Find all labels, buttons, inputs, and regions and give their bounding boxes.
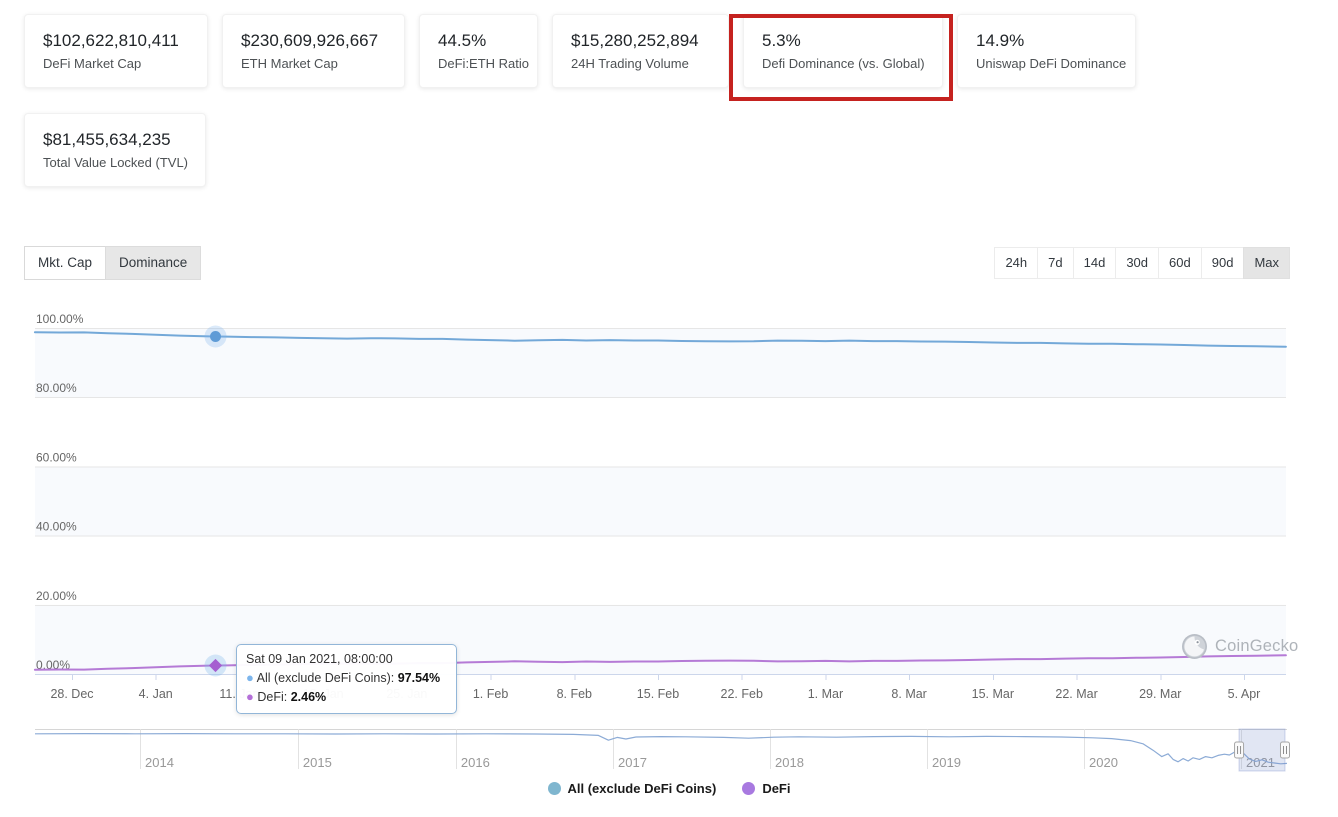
stat-value: $15,280,252,894 bbox=[571, 29, 710, 54]
x-axis-label: 22. Feb bbox=[721, 687, 763, 701]
watermark-text: CoinGecko bbox=[1215, 637, 1298, 656]
range-button-24h[interactable]: 24h bbox=[994, 247, 1038, 279]
x-axis-label: 15. Mar bbox=[972, 687, 1014, 701]
navigator-year-label: 2018 bbox=[775, 755, 804, 770]
range-button-60d[interactable]: 60d bbox=[1158, 247, 1202, 279]
y-axis-label: 100.00% bbox=[36, 312, 84, 326]
navigator-year-label: 2020 bbox=[1089, 755, 1118, 770]
tab-dominance[interactable]: Dominance bbox=[105, 246, 201, 280]
x-axis-label: 8. Mar bbox=[891, 687, 926, 701]
range-button-90d[interactable]: 90d bbox=[1201, 247, 1245, 279]
stat-label: Uniswap DeFi Dominance bbox=[976, 54, 1117, 74]
tooltip-row-all: ● All (exclude DeFi Coins): 97.54% bbox=[246, 669, 447, 688]
chart-type-tabs: Mkt. Cap Dominance bbox=[24, 246, 201, 280]
stat-label: DeFi Market Cap bbox=[43, 54, 189, 74]
navigator-year-label: 2016 bbox=[461, 755, 490, 770]
stat-value: 5.3% bbox=[762, 29, 924, 54]
series-bullet-all: ● bbox=[246, 670, 254, 685]
y-axis-label: 40.00% bbox=[36, 520, 77, 534]
navigator-year-label: 2019 bbox=[932, 755, 961, 770]
stat-cards-row: $102,622,810,411 DeFi Market Cap $230,60… bbox=[24, 14, 1136, 88]
stat-label: ETH Market Cap bbox=[241, 54, 386, 74]
navigator-year-label: 2015 bbox=[303, 755, 332, 770]
tooltip-date: Sat 09 Jan 2021, 08:00:00 bbox=[246, 651, 447, 669]
stat-card-total-value-locked: $81,455,634,235 Total Value Locked (TVL) bbox=[24, 113, 206, 187]
range-button-max[interactable]: Max bbox=[1243, 247, 1290, 279]
series-bullet-defi: ● bbox=[246, 689, 254, 704]
stat-card-eth-market-cap: $230,609,926,667 ETH Market Cap bbox=[222, 14, 405, 88]
range-button-14d[interactable]: 14d bbox=[1073, 247, 1117, 279]
navigator-year-label: 2017 bbox=[618, 755, 647, 770]
stat-card-defi-market-cap: $102,622,810,411 DeFi Market Cap bbox=[24, 14, 208, 88]
legend-label: All (exclude DeFi Coins) bbox=[568, 781, 717, 796]
x-axis-label: 29. Mar bbox=[1139, 687, 1181, 701]
legend-item-all[interactable]: All (exclude DeFi Coins) bbox=[548, 781, 717, 796]
navigator-handle-left[interactable] bbox=[1235, 742, 1244, 758]
y-axis-label: 60.00% bbox=[36, 450, 77, 464]
x-axis-label: 28. Dec bbox=[50, 687, 93, 701]
stat-value: $81,455,634,235 bbox=[43, 128, 187, 153]
stat-value: 44.5% bbox=[438, 29, 519, 54]
stat-label: Defi Dominance (vs. Global) bbox=[762, 54, 924, 74]
y-axis-label: 80.00% bbox=[36, 381, 77, 395]
stat-value: 14.9% bbox=[976, 29, 1117, 54]
coingecko-logo-icon bbox=[1181, 633, 1208, 660]
range-button-7d[interactable]: 7d bbox=[1037, 247, 1073, 279]
marker-point-all[interactable] bbox=[210, 331, 221, 342]
tooltip-series-value: 97.54% bbox=[398, 671, 440, 685]
stat-cards-row-2: $81,455,634,235 Total Value Locked (TVL) bbox=[24, 113, 206, 187]
x-axis-label: 5. Apr bbox=[1228, 687, 1261, 701]
navigator-handle-right[interactable] bbox=[1280, 742, 1289, 758]
stat-card-24h-trading-volume: $15,280,252,894 24H Trading Volume bbox=[552, 14, 729, 88]
x-axis-label: 8. Feb bbox=[557, 687, 592, 701]
stat-card-defi-dominance: 5.3% Defi Dominance (vs. Global) bbox=[743, 14, 943, 88]
stat-value: $102,622,810,411 bbox=[43, 29, 189, 54]
x-axis-label: 1. Mar bbox=[808, 687, 843, 701]
stat-value: $230,609,926,667 bbox=[241, 29, 386, 54]
navigator-selection[interactable] bbox=[1239, 729, 1285, 771]
range-button-30d[interactable]: 30d bbox=[1115, 247, 1159, 279]
tooltip-series-label: All (exclude DeFi Coins): bbox=[257, 671, 395, 685]
tab-mkt-cap[interactable]: Mkt. Cap bbox=[24, 246, 106, 280]
plot-band bbox=[35, 466, 1286, 535]
x-axis-label: 4. Jan bbox=[139, 687, 173, 701]
defi-dashboard: $102,622,810,411 DeFi Market Cap $230,60… bbox=[0, 0, 1338, 817]
tooltip-series-value: 2.46% bbox=[291, 690, 326, 704]
stat-label: Total Value Locked (TVL) bbox=[43, 153, 187, 173]
legend-dot-all bbox=[548, 782, 561, 795]
legend-label: DeFi bbox=[762, 781, 790, 796]
legend-dot-defi bbox=[742, 782, 755, 795]
x-axis-label: 22. Mar bbox=[1055, 687, 1097, 701]
x-axis-label: 1. Feb bbox=[473, 687, 508, 701]
chart-legend: All (exclude DeFi Coins) DeFi bbox=[0, 781, 1338, 796]
range-selector: 24h 7d 14d 30d 60d 90d Max bbox=[994, 247, 1290, 279]
legend-item-defi[interactable]: DeFi bbox=[742, 781, 790, 796]
coingecko-watermark: CoinGecko bbox=[1181, 633, 1298, 660]
navigator-year-label: 2014 bbox=[145, 755, 174, 770]
tooltip-row-defi: ● DeFi: 2.46% bbox=[246, 688, 447, 707]
stat-label: 24H Trading Volume bbox=[571, 54, 710, 74]
y-axis-label: 20.00% bbox=[36, 589, 77, 603]
x-axis-label: 15. Feb bbox=[637, 687, 679, 701]
chart-tooltip: Sat 09 Jan 2021, 08:00:00 ● All (exclude… bbox=[236, 644, 457, 714]
stat-card-defi-eth-ratio: 44.5% DeFi:ETH Ratio bbox=[419, 14, 538, 88]
stat-card-uniswap-defi-dominance: 14.9% Uniswap DeFi Dominance bbox=[957, 14, 1136, 88]
tooltip-series-label: DeFi: bbox=[257, 690, 287, 704]
stat-label: DeFi:ETH Ratio bbox=[438, 54, 519, 74]
